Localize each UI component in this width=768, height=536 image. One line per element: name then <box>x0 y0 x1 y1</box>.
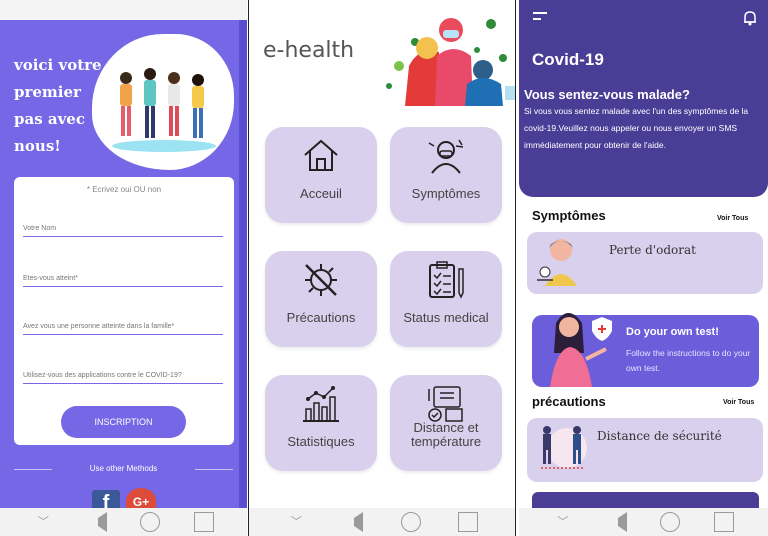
infected-field[interactable]: Etes-vous atteint* <box>23 275 223 287</box>
sick-person-icon <box>428 139 464 174</box>
recent-apps-icon[interactable] <box>714 512 735 532</box>
tile-symptomes[interactable]: Symptômes <box>390 127 502 223</box>
home-menu-screen: e-health Acceuil Symptômes Précautions S… <box>248 0 516 536</box>
tile-label: Acceuil <box>300 186 342 201</box>
covid-info-screen: Covid-19 Vous sentez-vous malade? Si vou… <box>519 0 768 536</box>
tile-distance-temperature[interactable]: Distance et température <box>390 375 502 471</box>
bar-chart-icon <box>303 386 339 422</box>
test-subtitle: Follow the instructions to do your own t… <box>626 348 751 373</box>
tile-label: Status medical <box>403 310 489 325</box>
tile-acceuil[interactable]: Acceuil <box>265 127 377 223</box>
distance-temp-icon <box>428 386 463 422</box>
doctor-woman-illustration <box>550 313 612 387</box>
home-icon[interactable] <box>140 512 161 532</box>
self-test-banner[interactable]: Do your own test! Follow the instruction… <box>532 313 759 387</box>
precaution-card[interactable]: Distance de sécurité <box>527 418 763 482</box>
app-title: e-health <box>263 38 355 63</box>
see-all-symptoms-link[interactable]: Voir Tous <box>717 215 748 222</box>
tile-statistiques[interactable]: Statistiques <box>265 375 377 471</box>
inscription-button[interactable]: INSCRIPTION <box>61 406 186 438</box>
precaution-label: Distance de sécurité <box>597 429 722 443</box>
tile-status-medical[interactable]: Status medical <box>390 251 502 347</box>
chevron-down-icon[interactable]: ﹀ <box>553 512 573 532</box>
home-icon[interactable] <box>660 512 681 532</box>
precautions-heading: précautions <box>532 394 606 409</box>
side-strip <box>239 20 247 510</box>
three-phone-screens: voici votre premier pas avec nous! * Ecr… <box>0 0 768 536</box>
android-nav-bar: ﹀ <box>0 508 247 536</box>
back-icon[interactable] <box>87 512 107 532</box>
social-distance-icon <box>541 426 587 469</box>
back-icon[interactable] <box>343 512 364 532</box>
family-infected-field[interactable]: Avez vous une personne atteinte dans la … <box>23 323 223 335</box>
android-nav-bar: ﹀ <box>519 508 768 536</box>
back-icon[interactable] <box>607 512 627 532</box>
people-illustration <box>92 34 234 170</box>
house-icon <box>304 139 338 171</box>
tile-precautions[interactable]: Précautions <box>265 251 377 347</box>
covid-apps-field[interactable]: Utilisez-vous des applications contre le… <box>23 372 223 384</box>
status-bar <box>0 0 247 20</box>
tile-label: Précautions <box>286 310 356 325</box>
recent-apps-icon[interactable] <box>193 512 214 532</box>
symptom-card[interactable]: Perte d'odorat <box>527 232 763 294</box>
symptom-label: Perte d'odorat <box>609 243 696 257</box>
home-icon[interactable] <box>400 512 421 532</box>
tile-label: Distance et température <box>410 420 482 449</box>
recent-apps-icon[interactable] <box>457 512 478 532</box>
see-all-precautions-link[interactable]: Voir Tous <box>723 399 754 406</box>
test-title: Do your own test! <box>626 326 719 338</box>
sick-question: Vous sentez-vous malade? <box>524 87 690 102</box>
tile-label: Statistiques <box>287 434 355 449</box>
masked-people-illustration <box>379 6 515 106</box>
divider-right <box>195 469 233 470</box>
symptoms-heading: Symptômes <box>532 208 606 223</box>
tile-label: Symptômes <box>411 186 481 201</box>
bell-icon[interactable] <box>743 10 757 26</box>
page-title: Covid-19 <box>532 50 604 69</box>
registration-form: * Ecrivez oui OU non Votre Nom Etes-vous… <box>14 177 234 445</box>
chevron-down-icon[interactable]: ﹀ <box>33 512 53 532</box>
clipboard-icon <box>429 261 464 299</box>
android-nav-bar: ﹀ <box>249 508 515 536</box>
registration-screen: voici votre premier pas avec nous! * Ecr… <box>0 0 247 536</box>
sick-woman-icon <box>537 239 577 286</box>
no-virus-icon <box>305 264 337 296</box>
help-description: Si vous vous sentez malade avec l'un des… <box>524 106 749 150</box>
name-field[interactable]: Votre Nom <box>23 225 223 237</box>
chevron-down-icon[interactable]: ﹀ <box>286 512 306 532</box>
form-hint: * Ecrivez oui OU non <box>86 185 162 194</box>
menu-icon[interactable] <box>533 12 547 24</box>
